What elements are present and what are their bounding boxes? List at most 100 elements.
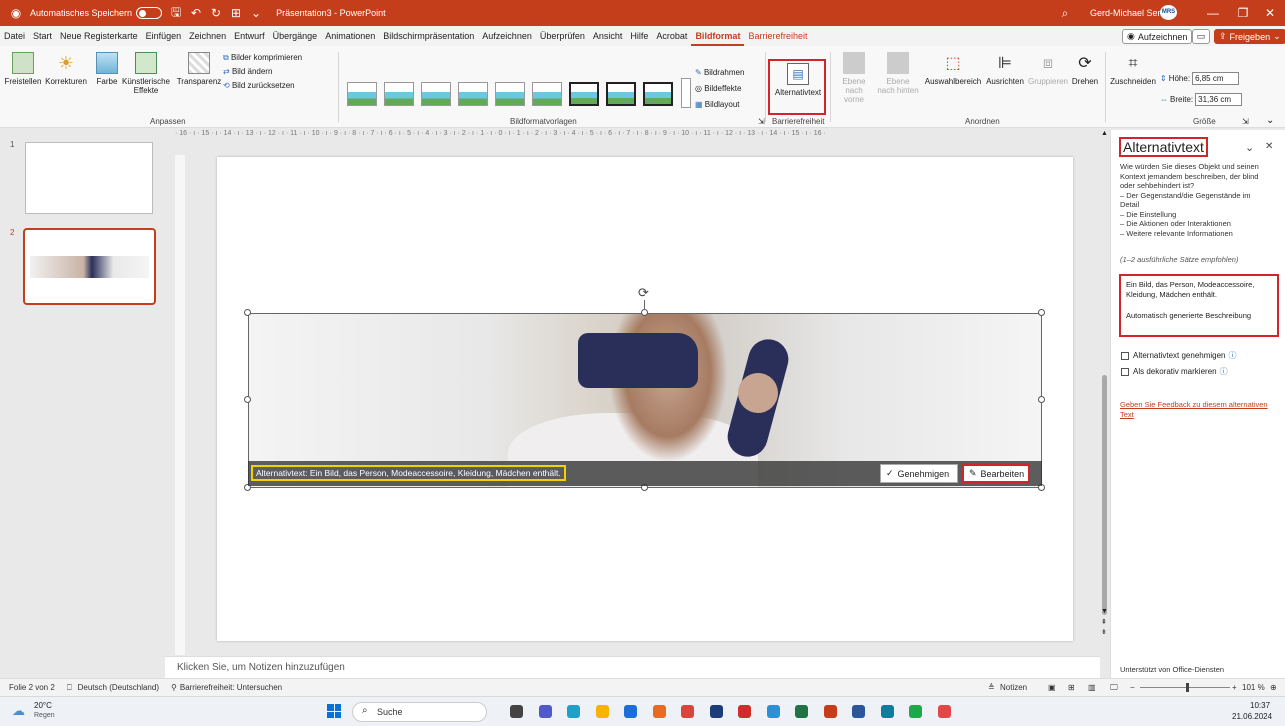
resize-handle-tr[interactable] (1038, 309, 1045, 316)
slide-thumbnail-2[interactable] (23, 228, 156, 305)
tab-acrobat[interactable]: Acrobat (652, 26, 691, 46)
taskbar-app-icon-2[interactable] (538, 705, 552, 718)
accessibility-status[interactable]: Barrierefreiheit: Untersuchen (180, 683, 282, 692)
ausrichten-button[interactable]: ⊫ Ausrichten (985, 52, 1025, 86)
tab-animationen[interactable]: Animationen (321, 26, 379, 46)
bild-zuruecksetzen-button[interactable]: ⟲ Bild zurücksetzen (223, 81, 295, 90)
clock-date[interactable]: 21.06.2024 (1232, 712, 1272, 721)
tab-bildformat[interactable]: Bildformat (691, 26, 745, 46)
pane-options-chevron-icon[interactable]: ⌄ (1245, 141, 1254, 154)
vertical-scrollbar[interactable]: ▲ ▼ ⇞ ⇟ (1100, 130, 1110, 656)
gallery-scroll[interactable] (681, 78, 691, 108)
redo-icon[interactable]: ↻ (208, 6, 224, 20)
bildlayout-button[interactable]: ▦ Bildlayout (695, 100, 739, 109)
zoom-slider[interactable] (1140, 683, 1230, 692)
clock-time[interactable]: 10:37 (1250, 701, 1270, 710)
notes-area[interactable]: Klicken Sie, um Notizen hinzuzufügen (165, 656, 1100, 678)
tab-zeichnen[interactable]: Zeichnen (185, 26, 230, 46)
korrekturen-button[interactable]: ☀ Korrekturen (45, 52, 87, 87)
taskbar-app-icon-1[interactable] (510, 705, 523, 718)
picture-style-4[interactable] (458, 82, 488, 106)
notes-toggle[interactable]: Notizen (1000, 683, 1027, 692)
tab-überprüfen[interactable]: Überprüfen (536, 26, 589, 46)
alt-text-input[interactable]: Ein Bild, das Person, Modeaccessoire, Kl… (1119, 274, 1279, 337)
tab-neue-registerkarte[interactable]: Neue Registerkarte (56, 26, 142, 46)
zoom-in-icon[interactable]: + (1232, 683, 1237, 692)
edit-button[interactable]: ✎ Bearbeiten (962, 464, 1030, 483)
tab-bildschirmpräsentation[interactable]: Bildschirmpräsentation (379, 26, 478, 46)
windows-start-icon[interactable] (327, 704, 341, 718)
notes-icon[interactable]: ≜ (988, 683, 995, 692)
picture-style-5[interactable] (495, 82, 525, 106)
ebene-hinten-button[interactable]: Ebene nach hinten (877, 52, 919, 95)
taskbar-app-icon-4[interactable] (595, 705, 609, 718)
fit-slide-icon[interactable]: ⊕ (1270, 683, 1277, 692)
taskbar-app-icon-15[interactable] (909, 705, 922, 718)
taskbar-app-icon-6[interactable] (652, 705, 666, 718)
taskbar-app-icon-12[interactable] (823, 705, 837, 718)
height-input[interactable]: 6,85 cm (1192, 72, 1239, 85)
taskbar-app-icon-3[interactable] (567, 705, 580, 718)
taskbar-app-icon-5[interactable] (624, 705, 637, 718)
weather-icon[interactable]: ☁ (12, 703, 25, 719)
info-icon[interactable]: ⓘ (1220, 366, 1228, 377)
tab-ansicht[interactable]: Ansicht (589, 26, 627, 46)
resize-handle-mr[interactable] (1038, 396, 1045, 403)
quick-access-dropdown-icon[interactable]: ⌄ (248, 6, 264, 20)
resize-handle-tl[interactable] (244, 309, 251, 316)
picture-style-3[interactable] (421, 82, 451, 106)
scroll-thumb[interactable] (1102, 375, 1107, 615)
close-icon[interactable]: ✕ (1252, 0, 1285, 26)
picture-style-2[interactable] (384, 82, 414, 106)
slide-thumbnail-1[interactable] (25, 142, 153, 214)
weather-temp[interactable]: 20°C (34, 701, 52, 710)
taskbar-app-icon-7[interactable] (681, 705, 694, 718)
user-name[interactable]: Gerd-Michael Sens (1090, 8, 1167, 18)
autosave-toggle[interactable] (136, 7, 163, 19)
bilder-komprimieren-button[interactable]: ⧉ Bilder komprimieren (223, 53, 302, 63)
taskbar-app-icon-8[interactable] (709, 705, 723, 718)
zoom-level[interactable]: 101 % (1242, 683, 1265, 692)
save-icon[interactable]: 🖫 (168, 3, 184, 24)
picture-style-7[interactable] (569, 82, 599, 106)
share-button[interactable]: ⇪ Freigeben ⌄ (1214, 29, 1285, 44)
resize-handle-tc[interactable] (641, 309, 648, 316)
search-icon[interactable]: ⌕ (1057, 6, 1073, 21)
reading-view-icon[interactable]: ▥ (1088, 683, 1096, 692)
spellcheck-icon[interactable]: ⎕ (67, 683, 72, 693)
language[interactable]: Deutsch (Deutschland) (78, 683, 159, 692)
zuschneiden-button[interactable]: ⌗ Zuschneiden (1110, 52, 1156, 86)
picture-style-6[interactable] (532, 82, 562, 106)
approve-button[interactable]: ✓ Genehmigen (880, 464, 958, 483)
bild-aendern-button[interactable]: ⇄ Bild ändern (223, 67, 272, 76)
scroll-down-icon[interactable]: ▼ (1101, 608, 1108, 615)
picture-style-9[interactable] (643, 82, 673, 106)
rotate-handle-icon[interactable]: ⟳ (638, 285, 649, 301)
slideshow-icon[interactable]: 🖵 (1110, 683, 1118, 693)
width-input[interactable]: 31,36 cm (1195, 93, 1243, 106)
dialog-launcher-icon[interactable]: ⇲ (758, 117, 765, 126)
scroll-up-icon[interactable]: ▲ (1101, 130, 1108, 137)
taskbar-app-icon-10[interactable] (766, 705, 780, 718)
gruppieren-button[interactable]: ⧈ Gruppieren (1028, 52, 1068, 86)
tab-datei[interactable]: Datei (0, 26, 29, 46)
taskbar-app-icon-14[interactable] (880, 705, 894, 718)
taskbar-app-icon-13[interactable] (852, 705, 865, 718)
approve-checkbox-row[interactable]: Alternativtext genehmigen ⓘ (1121, 350, 1237, 361)
tab-barrierefreiheit[interactable]: Barrierefreiheit (744, 26, 811, 46)
slide-sorter-icon[interactable]: ⊞ (1068, 683, 1075, 692)
size-dialog-launcher-icon[interactable]: ⇲ (1242, 117, 1249, 126)
collapse-ribbon-icon[interactable]: ⌄ (1266, 115, 1274, 126)
bildrahmen-button[interactable]: ✎ Bildrahmen (695, 68, 744, 77)
customize-icon[interactable]: ⊞ (228, 6, 244, 20)
comments-button[interactable]: ▭ (1192, 29, 1210, 44)
avatar[interactable]: MRS (1160, 5, 1177, 20)
taskbar-app-icon-9[interactable] (738, 705, 751, 718)
normal-view-icon[interactable]: ▣ (1048, 683, 1056, 692)
bildeffekte-button[interactable]: ◎ Bildeffekte (695, 84, 741, 93)
tab-einfügen[interactable]: Einfügen (142, 26, 186, 46)
picture-style-1[interactable] (347, 82, 377, 106)
info-icon[interactable]: ⓘ (1229, 350, 1237, 361)
transparenz-button[interactable]: Transparenz (177, 52, 221, 86)
freistellen-button[interactable]: Freistellen (5, 52, 41, 86)
